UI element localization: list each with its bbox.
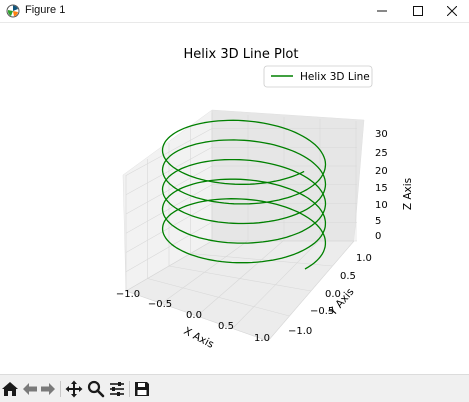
forward-button[interactable] [38, 379, 58, 399]
z-tick-label: 0 [375, 231, 381, 242]
configure-subplots-icon [110, 382, 124, 396]
legend-label: Helix 3D Line [300, 71, 370, 83]
legend: Helix 3D Line [263, 65, 373, 88]
toolbar-separator [60, 381, 61, 397]
pan-move-icon [65, 380, 83, 398]
z-tick-label: 15 [375, 183, 388, 194]
z-axis-label: Z Axis [402, 178, 414, 210]
pan-button[interactable] [64, 379, 84, 399]
forward-arrow-icon [41, 383, 55, 395]
z-tick-label: 20 [375, 166, 388, 177]
close-icon [447, 6, 457, 16]
y-tick-label: 0.5 [340, 271, 356, 282]
x-axis-label: X Axis [182, 325, 216, 351]
x-tick-label: −0.5 [148, 299, 172, 310]
window-title: Figure 1 [25, 4, 66, 16]
maximize-icon [413, 6, 423, 16]
x-tick-label: −1.0 [116, 289, 140, 300]
zoom-magnifier-icon [87, 380, 105, 398]
save-button[interactable] [132, 379, 152, 399]
window-titlebar: Figure 1 [0, 0, 469, 23]
y-tick-label: −1.0 [288, 326, 312, 337]
minimize-icon [377, 10, 387, 12]
back-button[interactable] [20, 379, 40, 399]
zoom-button[interactable] [86, 379, 106, 399]
z-tick-label: 10 [375, 200, 388, 211]
matplotlib-app-icon [6, 4, 20, 18]
close-button[interactable] [435, 0, 469, 22]
figure-canvas[interactable]: Helix 3D Line Plot Helix 3D Line −1.0 −0… [0, 23, 469, 374]
z-tick-label: 25 [375, 148, 388, 159]
x-tick-label: 0.0 [186, 310, 202, 321]
back-arrow-icon [23, 383, 37, 395]
x-tick-label: 0.5 [218, 321, 234, 332]
helix-3d-chart: Helix 3D Line Plot Helix 3D Line −1.0 −0… [116, 47, 414, 351]
toolbar-separator [129, 381, 130, 397]
z-tick-label: 30 [375, 129, 388, 140]
y-tick-label: 1.0 [356, 253, 372, 264]
home-button[interactable] [0, 379, 20, 399]
minimize-button[interactable] [365, 0, 399, 22]
maximize-button[interactable] [401, 0, 435, 22]
configure-subplots-button[interactable] [107, 379, 127, 399]
save-floppy-icon [135, 382, 149, 396]
navigation-toolbar [0, 374, 469, 402]
chart-title: Helix 3D Line Plot [184, 47, 299, 62]
z-tick-label: 5 [375, 216, 381, 227]
home-icon [2, 382, 18, 396]
x-tick-label: 1.0 [254, 333, 270, 344]
